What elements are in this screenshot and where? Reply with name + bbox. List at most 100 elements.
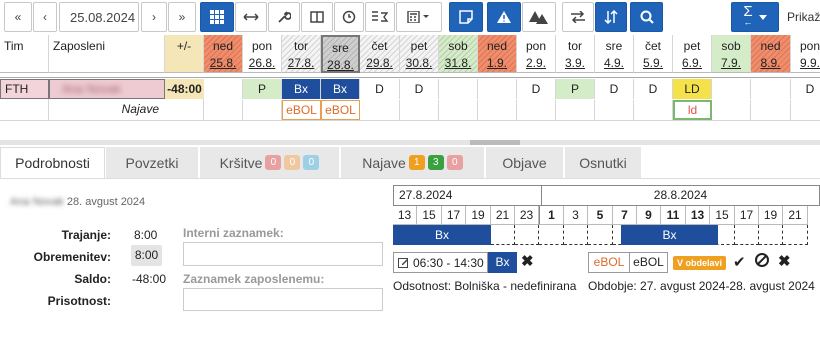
splitter[interactable]	[0, 140, 820, 145]
day-header-15[interactable]: pon 9.9.	[791, 35, 820, 73]
schedule-cell[interactable]: Bx	[321, 79, 360, 99]
approve-icon[interactable]: ✔	[733, 253, 746, 271]
tab-najave[interactable]: Najave 1 3 0	[341, 147, 485, 178]
day-header-7[interactable]: ned 1.9.	[478, 35, 517, 73]
ebol-red: eBOL	[588, 252, 630, 273]
najave-cell[interactable]	[400, 100, 439, 120]
day-header-9[interactable]: tor 3.9.	[556, 35, 595, 73]
grid-view-button[interactable]	[200, 2, 234, 32]
tab-povzetki[interactable]: Povzetki	[106, 147, 199, 178]
obremenitev-value[interactable]: 8:00	[131, 245, 162, 266]
interni-input[interactable]	[183, 242, 383, 266]
day-header-3[interactable]: sre 28.8.	[321, 35, 360, 73]
schedule-cell[interactable]	[439, 79, 478, 99]
timeline-slot[interactable]	[539, 225, 564, 245]
tab-kršitve[interactable]: Kršitve 0 0 0	[200, 147, 340, 178]
schedule-cell[interactable]	[712, 79, 751, 99]
search-button[interactable]	[630, 2, 663, 32]
next-button[interactable]: ›	[141, 2, 167, 32]
first-page-button[interactable]: «	[4, 2, 32, 32]
schedule-cell[interactable]: D	[791, 79, 820, 99]
schedule-cell[interactable]	[478, 79, 517, 99]
notes-button[interactable]	[449, 2, 483, 32]
sort-button[interactable]	[595, 2, 627, 32]
najave-cell[interactable]	[791, 100, 820, 120]
tools-button[interactable]	[268, 2, 300, 32]
timeline-slot[interactable]	[491, 225, 515, 245]
splitter-handle[interactable]	[470, 140, 520, 145]
schedule-cell[interactable]: D	[595, 79, 634, 99]
timeline-slot[interactable]	[588, 225, 613, 245]
day-header-0[interactable]: ned 25.8.	[204, 35, 243, 73]
zaznamek-input[interactable]	[183, 288, 383, 311]
expand-horizontal-button[interactable]	[235, 2, 267, 32]
shift-time[interactable]: 06:30 - 14:30	[393, 252, 488, 273]
najave-cell[interactable]	[595, 100, 634, 120]
tab-objave[interactable]: Objave	[486, 147, 564, 178]
multi-warning-button[interactable]	[522, 2, 556, 32]
date-input[interactable]: 25.08.2024	[59, 2, 139, 32]
day-header-8[interactable]: pon 2.9.	[517, 35, 556, 73]
schedule-cell[interactable]	[751, 79, 791, 99]
najave-cell[interactable]	[204, 100, 243, 120]
najave-cell[interactable]	[243, 100, 282, 120]
schedule-cell[interactable]: D	[517, 79, 556, 99]
schedule-cell[interactable]	[204, 79, 243, 99]
najave-cell[interactable]: eBOL	[282, 100, 321, 120]
schedule-cell[interactable]: LD	[673, 79, 712, 99]
columns-button[interactable]	[301, 2, 333, 32]
header-balance[interactable]: +/-	[165, 35, 204, 73]
warnings-button[interactable]	[487, 2, 521, 32]
najave-cell[interactable]: eBOL	[321, 100, 360, 120]
reject-icon[interactable]: ✖	[778, 252, 791, 270]
timeline-slot[interactable]	[783, 225, 808, 245]
header-zaposleni[interactable]: Zaposleni	[49, 35, 165, 73]
schedule-cell[interactable]: D	[360, 79, 400, 99]
schedule-cell[interactable]: D	[634, 79, 673, 99]
najave-cell[interactable]	[360, 100, 400, 120]
swap-button[interactable]	[562, 2, 594, 32]
sigma-dropdown[interactable]: Σ ←	[731, 2, 779, 32]
prev-button[interactable]: ‹	[33, 2, 57, 32]
najave-cell[interactable]: ld	[673, 100, 712, 120]
day-header-1[interactable]: pon 26.8.	[243, 35, 282, 73]
najave-cell[interactable]	[634, 100, 673, 120]
day-header-2[interactable]: tor 27.8.	[282, 35, 321, 73]
day-header-11[interactable]: čet 5.9.	[634, 35, 673, 73]
arrows-horizontal-icon	[243, 13, 259, 21]
tab-osnutki[interactable]: Osnutki	[565, 147, 642, 178]
team-cell[interactable]: FTH	[0, 79, 49, 99]
timeline-slot[interactable]	[759, 225, 783, 245]
day-header-6[interactable]: sob 31.8.	[439, 35, 478, 73]
header-tim[interactable]: Tim	[0, 35, 49, 73]
day-header-5[interactable]: pet 30.8.	[400, 35, 439, 73]
timeline-bar-1[interactable]: Bx	[393, 225, 491, 245]
clock-button[interactable]	[334, 2, 364, 32]
timeline-slot[interactable]	[735, 225, 759, 245]
last-page-button[interactable]: »	[168, 2, 196, 32]
day-header-4[interactable]: čet 29.8.	[360, 35, 400, 73]
najave-cell[interactable]	[439, 100, 478, 120]
najave-cell[interactable]	[712, 100, 751, 120]
day-header-10[interactable]: sre 4.9.	[595, 35, 634, 73]
najave-cell[interactable]	[751, 100, 791, 120]
timeline-slot[interactable]	[564, 225, 588, 245]
najave-cell[interactable]	[556, 100, 595, 120]
timeline-bar-2[interactable]: Bx	[621, 225, 718, 245]
sum-table-button[interactable]	[365, 2, 395, 32]
timeline-slot[interactable]	[515, 225, 539, 245]
shift-remove-icon[interactable]: ✖	[521, 252, 534, 270]
schedule-cell[interactable]: D	[400, 79, 439, 99]
tab-podrobnosti[interactable]: Podrobnosti	[0, 147, 105, 178]
day-header-13[interactable]: sob 7.9.	[712, 35, 751, 73]
employee-name[interactable]: Ana Novak	[49, 79, 165, 99]
calculator-dropdown[interactable]	[396, 2, 442, 32]
schedule-cell[interactable]: P	[243, 79, 282, 99]
schedule-cell[interactable]: P	[556, 79, 595, 99]
day-header-14[interactable]: ned 8.9.	[751, 35, 791, 73]
block-icon[interactable]	[755, 253, 769, 267]
najave-cell[interactable]	[478, 100, 517, 120]
najave-cell[interactable]	[517, 100, 556, 120]
schedule-cell[interactable]: Bx	[282, 79, 321, 99]
day-header-12[interactable]: pet 6.9.	[673, 35, 712, 73]
